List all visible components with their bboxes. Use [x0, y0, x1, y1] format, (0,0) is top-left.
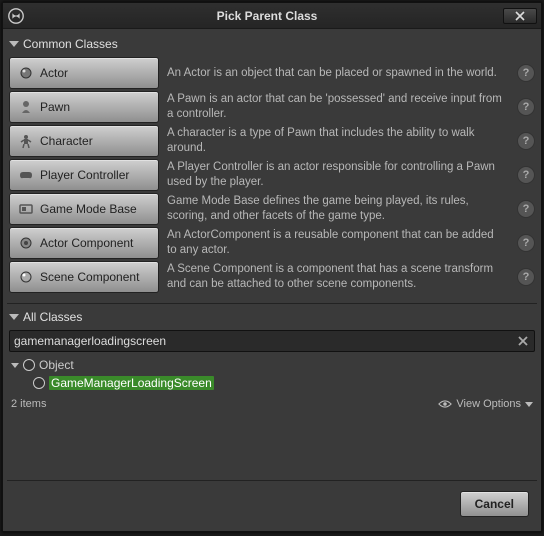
pick-parent-class-dialog: Pick Parent Class Common Classes Actor A… — [2, 2, 542, 532]
class-label: Actor — [40, 66, 68, 80]
class-desc: A Pawn is an actor that can be 'possesse… — [167, 92, 509, 122]
unreal-logo-icon — [7, 7, 25, 25]
class-button-game-mode-base[interactable]: Game Mode Base — [9, 193, 159, 225]
class-desc: An ActorComponent is a reusable componen… — [167, 228, 509, 258]
all-classes-label: All Classes — [23, 310, 82, 324]
class-button-scene-component[interactable]: Scene Component — [9, 261, 159, 293]
class-label: Pawn — [40, 100, 70, 114]
divider — [7, 303, 537, 304]
tree-footer: 2 items View Options — [7, 392, 537, 414]
class-row-actor-component: Actor Component An ActorComponent is a r… — [9, 227, 535, 259]
clear-search-button[interactable] — [516, 334, 530, 348]
expand-icon — [9, 314, 19, 320]
class-row-character: Character A character is a type of Pawn … — [9, 125, 535, 157]
tree-row-gamemanagerloadingscreen[interactable]: GameManagerLoadingScreen — [11, 374, 533, 392]
class-node-icon — [33, 377, 45, 389]
help-icon[interactable]: ? — [517, 98, 535, 116]
help-icon[interactable]: ? — [517, 64, 535, 82]
expand-icon — [11, 363, 19, 368]
character-icon — [18, 133, 34, 149]
class-button-pawn[interactable]: Pawn — [9, 91, 159, 123]
close-icon — [518, 336, 528, 346]
search-input[interactable] — [14, 334, 516, 348]
class-desc: A Scene Component is a component that ha… — [167, 262, 509, 292]
help-icon[interactable]: ? — [517, 132, 535, 150]
dialog-buttons: Cancel — [7, 480, 537, 527]
class-node-icon — [23, 359, 35, 371]
class-row-pawn: Pawn A Pawn is an actor that can be 'pos… — [9, 91, 535, 123]
class-row-player-controller: Player Controller A Player Controller is… — [9, 159, 535, 191]
close-button[interactable] — [503, 8, 537, 24]
all-classes-header[interactable]: All Classes — [7, 306, 537, 328]
titlebar: Pick Parent Class — [3, 3, 541, 29]
common-classes-list: Actor An Actor is an object that can be … — [7, 55, 537, 301]
view-options-label: View Options — [456, 398, 521, 410]
tree-node-label: GameManagerLoadingScreen — [49, 376, 214, 390]
class-button-actor-component[interactable]: Actor Component — [9, 227, 159, 259]
gamemode-icon — [18, 201, 34, 217]
item-count: 2 items — [11, 398, 46, 410]
cancel-button[interactable]: Cancel — [460, 491, 529, 517]
actor-icon — [18, 65, 34, 81]
class-row-game-mode-base: Game Mode Base Game Mode Base defines th… — [9, 193, 535, 225]
class-button-player-controller[interactable]: Player Controller — [9, 159, 159, 191]
class-label: Actor Component — [40, 236, 133, 250]
close-icon — [515, 11, 525, 21]
tree-node-label: Object — [39, 358, 74, 372]
pawn-icon — [18, 99, 34, 115]
class-row-actor: Actor An Actor is an object that can be … — [9, 57, 535, 89]
tree-row-object[interactable]: Object — [11, 356, 533, 374]
help-icon[interactable]: ? — [517, 200, 535, 218]
expand-icon — [9, 41, 19, 47]
view-options[interactable]: View Options — [438, 398, 533, 410]
class-label: Scene Component — [40, 270, 139, 284]
class-label: Game Mode Base — [40, 202, 137, 216]
class-tree: Object GameManagerLoadingScreen — [7, 356, 537, 392]
class-desc: A Player Controller is an actor responsi… — [167, 160, 509, 190]
common-classes-label: Common Classes — [23, 37, 118, 51]
class-label: Character — [40, 134, 93, 148]
class-button-actor[interactable]: Actor — [9, 57, 159, 89]
class-desc: An Actor is an object that can be placed… — [167, 66, 509, 81]
common-classes-header[interactable]: Common Classes — [7, 33, 537, 55]
class-label: Player Controller — [40, 168, 129, 182]
controller-icon — [18, 167, 34, 183]
help-icon[interactable]: ? — [517, 166, 535, 184]
window-title: Pick Parent Class — [31, 9, 503, 23]
chevron-down-icon — [525, 402, 533, 407]
help-icon[interactable]: ? — [517, 234, 535, 252]
eye-icon — [438, 399, 452, 409]
class-row-scene-component: Scene Component A Scene Component is a c… — [9, 261, 535, 293]
actor-component-icon — [18, 235, 34, 251]
search-field[interactable] — [9, 330, 535, 352]
class-desc: A character is a type of Pawn that inclu… — [167, 126, 509, 156]
scene-component-icon — [18, 269, 34, 285]
class-desc: Game Mode Base defines the game being pl… — [167, 194, 509, 224]
class-button-character[interactable]: Character — [9, 125, 159, 157]
help-icon[interactable]: ? — [517, 268, 535, 286]
dialog-body: Common Classes Actor An Actor is an obje… — [3, 29, 541, 531]
